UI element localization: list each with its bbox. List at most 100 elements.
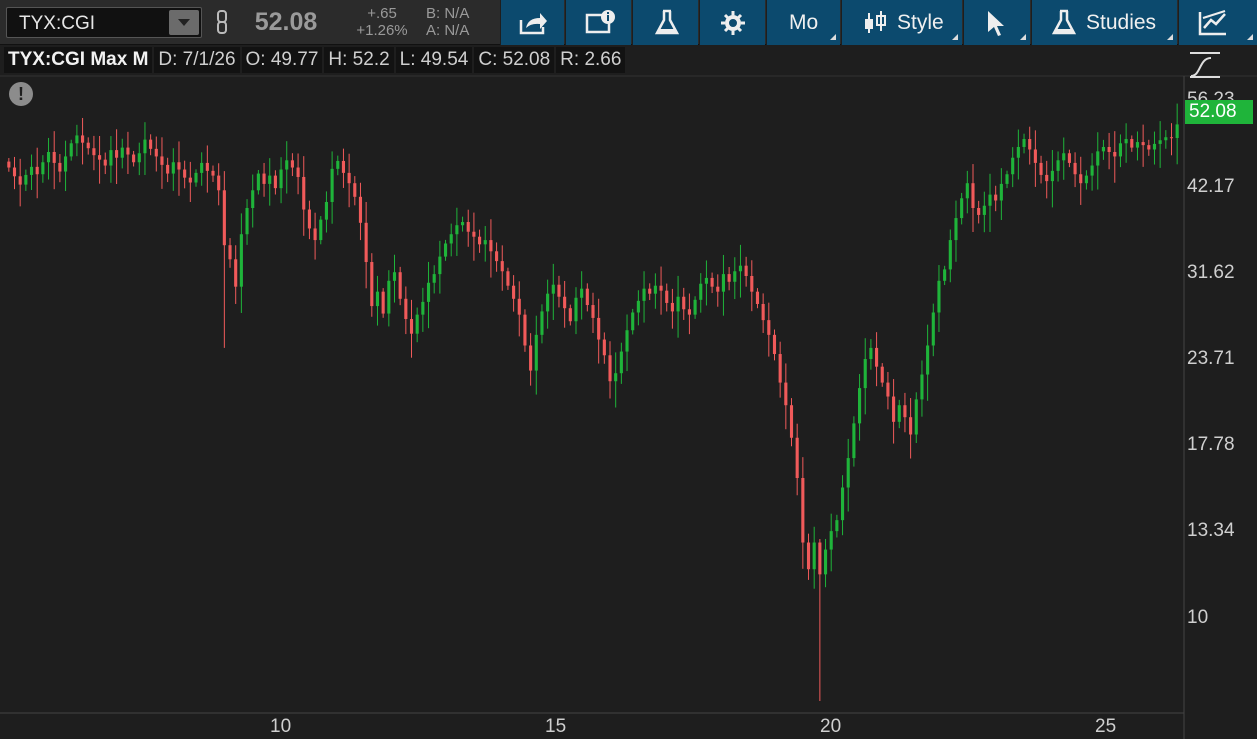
candle-body bbox=[392, 272, 397, 281]
candle-body bbox=[892, 396, 896, 422]
candle-body bbox=[1158, 140, 1162, 144]
candle-body bbox=[682, 296, 686, 310]
candle-body bbox=[523, 314, 527, 346]
candle-body bbox=[1028, 139, 1032, 150]
candle-body bbox=[500, 261, 504, 272]
candle-body bbox=[1039, 162, 1043, 175]
candle-body bbox=[154, 148, 158, 157]
candle-body bbox=[426, 282, 431, 302]
candle-body bbox=[784, 382, 788, 406]
candle-body bbox=[858, 388, 862, 424]
candle-body bbox=[46, 151, 51, 163]
candle-body bbox=[41, 162, 45, 175]
candle-body bbox=[829, 531, 833, 550]
candle-body bbox=[35, 166, 39, 175]
candle-body bbox=[835, 520, 839, 532]
candle-body bbox=[977, 208, 981, 215]
candle-body bbox=[846, 458, 850, 488]
candle-body bbox=[937, 280, 941, 313]
candle-body bbox=[171, 162, 175, 174]
candle-body bbox=[1005, 174, 1009, 184]
candle-body bbox=[625, 330, 629, 352]
candle-body bbox=[563, 296, 567, 309]
candle-body bbox=[183, 169, 187, 178]
candle-body bbox=[75, 135, 79, 144]
candle-body bbox=[63, 156, 68, 172]
time-axis-label: 20 bbox=[820, 716, 842, 737]
candle-body bbox=[375, 291, 380, 307]
candle-body bbox=[495, 251, 499, 262]
candle-body bbox=[381, 291, 385, 314]
candle-body bbox=[704, 277, 708, 284]
candle-body bbox=[200, 162, 204, 173]
candle-body bbox=[665, 290, 669, 303]
price-scale-icon[interactable] bbox=[1188, 50, 1224, 80]
candle-body bbox=[761, 303, 765, 321]
candle-body bbox=[211, 170, 215, 176]
candle-body bbox=[863, 359, 867, 389]
candle-body bbox=[177, 162, 181, 170]
candle-body bbox=[999, 183, 1003, 201]
candle-body bbox=[336, 160, 340, 169]
candle-body bbox=[478, 236, 482, 245]
candle-body bbox=[143, 139, 147, 154]
candle-body bbox=[58, 162, 62, 172]
candle-body bbox=[1033, 149, 1037, 163]
candle-body bbox=[982, 205, 986, 215]
price-axis-label: 23.71 bbox=[1187, 348, 1235, 370]
candle-body bbox=[341, 160, 346, 173]
candle-body bbox=[449, 234, 453, 244]
candle-body bbox=[364, 222, 368, 263]
candle-body bbox=[370, 262, 374, 307]
candle-body bbox=[869, 347, 873, 360]
candle-body bbox=[217, 175, 221, 191]
candle-body bbox=[1107, 146, 1111, 152]
candle-body bbox=[330, 168, 334, 202]
candle-body bbox=[29, 166, 34, 175]
candle-body bbox=[534, 334, 538, 371]
candle-body bbox=[546, 293, 550, 312]
candle-body bbox=[551, 284, 555, 294]
candle-body bbox=[943, 269, 947, 281]
candle-body bbox=[909, 417, 913, 435]
last-price-badge: 52.08 bbox=[1185, 100, 1253, 124]
candle-body bbox=[24, 174, 28, 185]
candle-body bbox=[120, 147, 124, 158]
time-axis-label: 10 bbox=[270, 716, 292, 737]
candle-body bbox=[489, 240, 493, 252]
alert-icon[interactable]: ! bbox=[9, 82, 33, 106]
candle-body bbox=[256, 173, 260, 191]
candle-body bbox=[132, 154, 136, 163]
candle-body bbox=[1084, 175, 1088, 184]
candle-body bbox=[1073, 162, 1077, 175]
candle-body bbox=[234, 259, 238, 287]
candle-body bbox=[353, 183, 357, 197]
candle-body bbox=[324, 201, 328, 220]
candle-body bbox=[409, 319, 414, 334]
price-chart[interactable] bbox=[0, 0, 1257, 739]
candle-body bbox=[971, 183, 975, 209]
candle-body bbox=[268, 175, 272, 184]
candle-body bbox=[591, 305, 595, 318]
price-axis-label: 13.34 bbox=[1187, 520, 1235, 542]
candle-body bbox=[636, 300, 640, 313]
candle-body bbox=[818, 542, 822, 575]
candle-body bbox=[149, 139, 153, 149]
candle-body bbox=[319, 219, 323, 241]
candle-body bbox=[875, 347, 879, 367]
candle-body bbox=[903, 405, 907, 418]
candle-body bbox=[472, 231, 476, 237]
candle-body bbox=[789, 405, 794, 438]
candle-body bbox=[648, 288, 652, 294]
candle-body bbox=[580, 288, 584, 298]
candle-body bbox=[1056, 160, 1060, 171]
candle-body bbox=[602, 339, 606, 356]
candle-body bbox=[1124, 139, 1128, 144]
candle-body bbox=[574, 297, 578, 322]
candle-body bbox=[1079, 174, 1083, 184]
candle-body bbox=[251, 190, 255, 209]
candle-body bbox=[1164, 137, 1168, 141]
candle-body bbox=[795, 437, 799, 478]
candle-body bbox=[81, 135, 85, 143]
candle-body bbox=[852, 423, 856, 459]
